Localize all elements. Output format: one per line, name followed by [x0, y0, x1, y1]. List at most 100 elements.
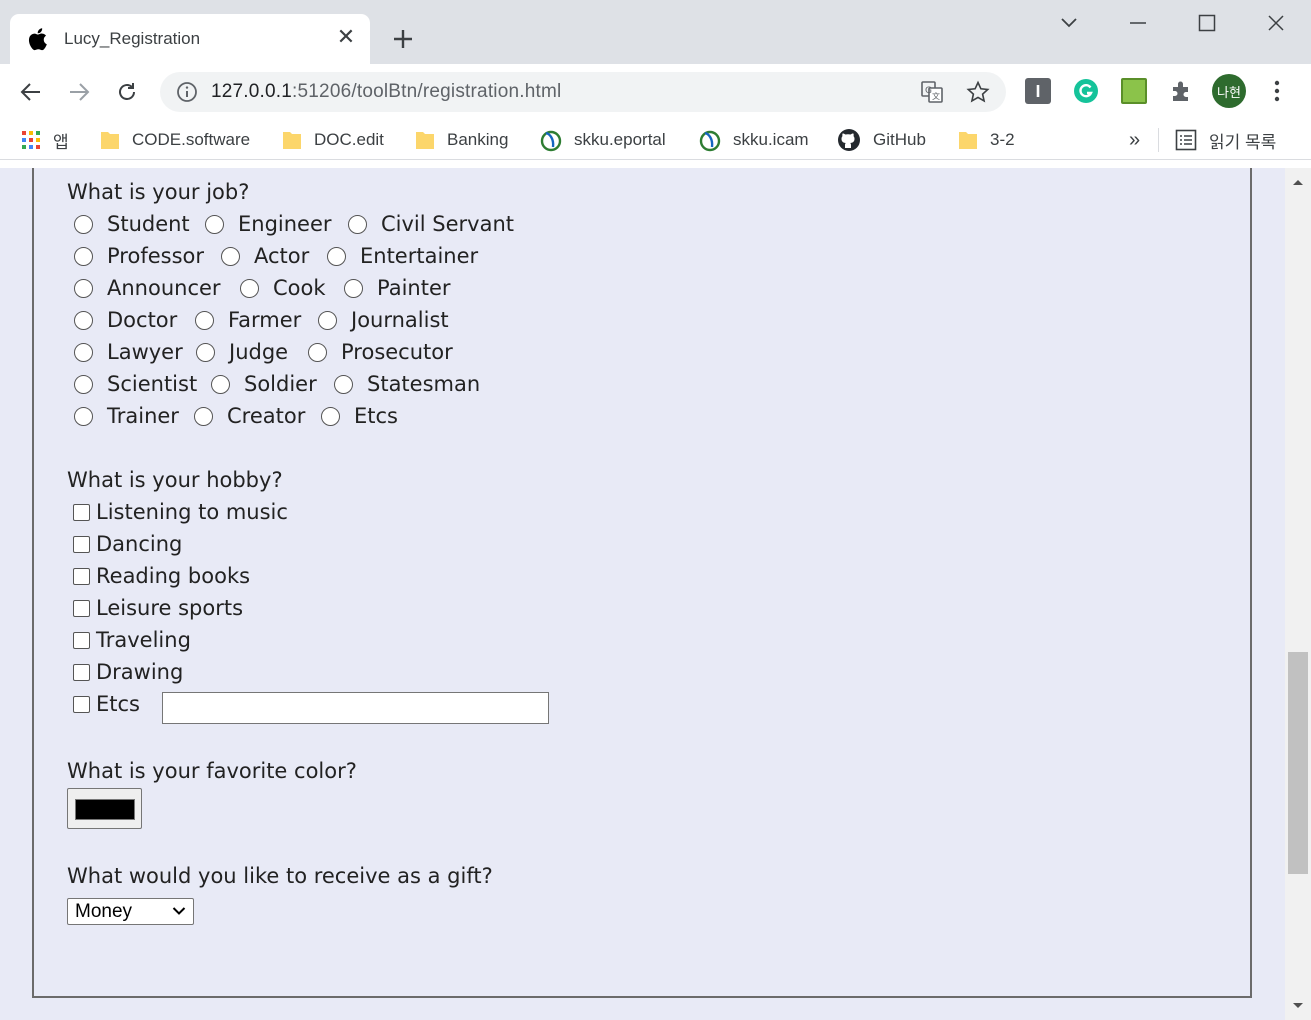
- job-option[interactable]: Announcer: [74, 276, 221, 300]
- profile-avatar[interactable]: 나현: [1212, 74, 1246, 108]
- bookmark-3-2[interactable]: 3-2: [958, 127, 1015, 153]
- hobby-option[interactable]: Reading books: [73, 564, 250, 588]
- job-radio[interactable]: [74, 310, 93, 330]
- job-radio[interactable]: [74, 406, 93, 426]
- folder-icon: [959, 132, 977, 149]
- bookmark-skku-icam[interactable]: skku.icam: [699, 127, 809, 153]
- job-option[interactable]: Creator: [194, 404, 305, 428]
- job-option[interactable]: Professor: [74, 244, 204, 268]
- bookmark-apps[interactable]: 앱: [21, 127, 69, 153]
- hobby-option[interactable]: Dancing: [73, 532, 182, 556]
- job-radio[interactable]: [205, 214, 224, 234]
- job-radio[interactable]: [195, 310, 214, 330]
- job-radio[interactable]: [318, 310, 337, 330]
- job-radio[interactable]: [240, 278, 259, 298]
- hobby-checkbox[interactable]: [73, 695, 90, 713]
- job-option[interactable]: Doctor: [74, 308, 177, 332]
- job-radio[interactable]: [327, 246, 346, 266]
- job-radio[interactable]: [74, 278, 93, 298]
- bookmark-doc-edit[interactable]: DOC.edit: [282, 127, 384, 153]
- hobby-option[interactable]: Leisure sports: [73, 596, 243, 620]
- page-scrollbar[interactable]: [1285, 168, 1311, 1020]
- job-option[interactable]: Engineer: [205, 212, 332, 236]
- reload-button[interactable]: [111, 76, 143, 108]
- job-option[interactable]: Civil Servant: [348, 212, 514, 236]
- hobby-checkbox[interactable]: [73, 567, 90, 585]
- hobby-checkbox[interactable]: [73, 535, 90, 553]
- url-text[interactable]: 127.0.0.1:51206/toolBtn/registration.htm…: [211, 81, 561, 103]
- address-bar[interactable]: 127.0.0.1:51206/toolBtn/registration.htm…: [160, 72, 1006, 112]
- forward-button[interactable]: [63, 76, 95, 108]
- job-radio[interactable]: [308, 342, 327, 362]
- reading-list-label: 읽기 목록: [1209, 132, 1277, 152]
- job-option[interactable]: Painter: [344, 276, 451, 300]
- job-option[interactable]: Actor: [221, 244, 309, 268]
- job-radio[interactable]: [344, 278, 363, 298]
- skku-logo-icon: [699, 130, 721, 152]
- job-option[interactable]: Statesman: [334, 372, 480, 396]
- bookmark-github[interactable]: GitHub: [837, 127, 926, 153]
- job-option[interactable]: Soldier: [211, 372, 317, 396]
- job-option[interactable]: Prosecutor: [308, 340, 453, 364]
- job-option[interactable]: Student: [74, 212, 190, 236]
- job-option[interactable]: Cook: [240, 276, 326, 300]
- hobby-checkbox[interactable]: [73, 663, 90, 681]
- job-radio[interactable]: [74, 214, 93, 234]
- job-radio[interactable]: [334, 374, 353, 394]
- job-option[interactable]: Scientist: [74, 372, 197, 396]
- job-radio[interactable]: [74, 342, 93, 362]
- new-tab-button[interactable]: [388, 24, 418, 54]
- hobby-option[interactable]: Etcs: [73, 692, 140, 716]
- job-radio[interactable]: [194, 406, 213, 426]
- job-radio[interactable]: [196, 342, 215, 362]
- hobby-label: Listening to music: [96, 500, 288, 524]
- job-option[interactable]: Trainer: [74, 404, 179, 428]
- bookmarks-overflow-button[interactable]: »: [1129, 127, 1140, 153]
- hobby-option[interactable]: Listening to music: [73, 500, 288, 524]
- scroll-down-arrow-icon[interactable]: [1292, 1002, 1304, 1010]
- extension-i-icon[interactable]: [1025, 78, 1051, 104]
- info-icon[interactable]: [176, 81, 198, 103]
- bookmark-star-icon[interactable]: [966, 80, 990, 104]
- grammarly-icon[interactable]: [1073, 78, 1099, 104]
- scrollbar-thumb[interactable]: [1288, 652, 1308, 874]
- job-option[interactable]: Lawyer: [74, 340, 183, 364]
- job-option[interactable]: Etcs: [321, 404, 398, 428]
- job-option[interactable]: Judge: [196, 340, 288, 364]
- job-radio[interactable]: [211, 374, 230, 394]
- extensions-puzzle-icon[interactable]: [1169, 78, 1195, 104]
- menu-kebab-icon[interactable]: [1264, 78, 1290, 104]
- svg-text:G: G: [925, 86, 932, 96]
- scroll-up-arrow-icon[interactable]: [1292, 178, 1304, 186]
- icam-extension-icon[interactable]: [1121, 78, 1147, 104]
- job-label: Statesman: [367, 372, 481, 396]
- bookmark-skku-eportal[interactable]: skku.eportal: [540, 127, 666, 153]
- hobby-checkbox[interactable]: [73, 631, 90, 649]
- job-radio[interactable]: [74, 374, 93, 394]
- maximize-button[interactable]: [1184, 8, 1230, 38]
- minimize-button[interactable]: [1115, 8, 1161, 38]
- reading-list-button[interactable]: 읽기 목록: [1175, 127, 1276, 153]
- job-option[interactable]: Farmer: [195, 308, 301, 332]
- job-option[interactable]: Journalist: [318, 308, 449, 332]
- browser-tab[interactable]: Lucy_Registration ✕: [10, 14, 370, 64]
- job-radio[interactable]: [348, 214, 367, 234]
- close-window-button[interactable]: [1253, 8, 1299, 38]
- bookmark-banking[interactable]: Banking: [415, 127, 508, 153]
- hobby-option[interactable]: Traveling: [73, 628, 191, 652]
- hobby-checkbox[interactable]: [73, 503, 90, 521]
- back-button[interactable]: [15, 76, 47, 108]
- job-radio[interactable]: [74, 246, 93, 266]
- tab-search-button[interactable]: [1046, 8, 1092, 38]
- job-radio[interactable]: [221, 246, 240, 266]
- hobby-option[interactable]: Drawing: [73, 660, 183, 684]
- hobby-checkbox[interactable]: [73, 599, 90, 617]
- bookmark-code-software[interactable]: CODE.software: [100, 127, 250, 153]
- tab-close-button[interactable]: ✕: [334, 26, 358, 50]
- hobby-etc-input[interactable]: [162, 692, 549, 724]
- color-picker[interactable]: [67, 788, 142, 829]
- job-option[interactable]: Entertainer: [327, 244, 478, 268]
- job-radio[interactable]: [321, 406, 340, 426]
- translate-icon[interactable]: G文: [920, 80, 944, 104]
- gift-select[interactable]: Money: [67, 898, 194, 925]
